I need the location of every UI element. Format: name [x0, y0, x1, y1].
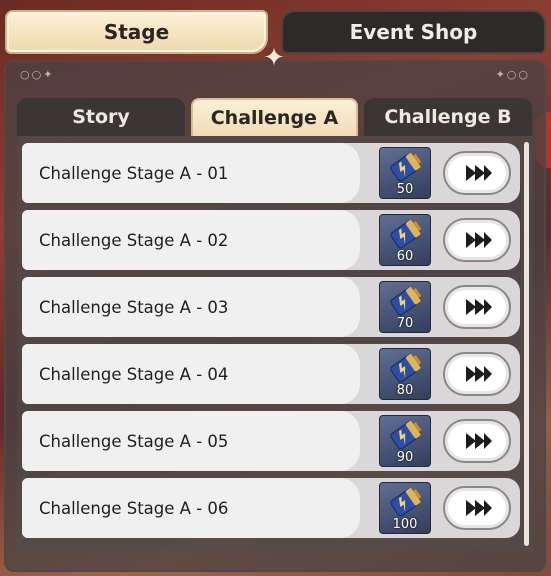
- list-item: Challenge Stage A - 04 80: [22, 344, 520, 404]
- fast-forward-icon: [466, 500, 492, 516]
- tab-stage[interactable]: Stage: [5, 10, 268, 54]
- cost-value: 90: [396, 450, 414, 465]
- list-item: Challenge Stage A - 06 100: [22, 478, 520, 538]
- fast-forward-icon: [466, 299, 492, 315]
- go-button[interactable]: [443, 419, 511, 463]
- stage-name-plate[interactable]: Challenge Stage A - 06: [22, 478, 360, 538]
- stamina-cost: 50: [379, 147, 431, 199]
- stage-name-plate[interactable]: Challenge Stage A - 02: [22, 210, 360, 270]
- stamina-cost: 80: [379, 348, 431, 400]
- cost-value: 60: [396, 249, 414, 264]
- battery-icon: [390, 220, 422, 249]
- stamina-cost: 100: [379, 482, 431, 534]
- cost-value: 100: [392, 517, 418, 532]
- stage-name-plate[interactable]: Challenge Stage A - 03: [22, 277, 360, 337]
- stage-name: Challenge Stage A - 03: [39, 297, 229, 317]
- stage-name-plate[interactable]: Challenge Stage A - 01: [22, 143, 360, 203]
- cost-value: 50: [396, 182, 414, 197]
- stage-name: Challenge Stage A - 01: [39, 163, 229, 183]
- stage-name: Challenge Stage A - 05: [39, 431, 229, 451]
- battery-icon: [390, 287, 422, 316]
- tab-challenge-b[interactable]: Challenge B: [364, 98, 532, 136]
- stage-name: Challenge Stage A - 06: [39, 498, 229, 518]
- list-item: Challenge Stage A - 05 90: [22, 411, 520, 471]
- fast-forward-icon: [466, 165, 492, 181]
- battery-icon: [390, 153, 422, 182]
- go-button[interactable]: [443, 285, 511, 329]
- tab-challenge-a[interactable]: Challenge A: [191, 98, 358, 136]
- list-item: Challenge Stage A - 01 50: [22, 143, 520, 203]
- stage-name-plate[interactable]: Challenge Stage A - 05: [22, 411, 360, 471]
- fast-forward-icon: [466, 366, 492, 382]
- tab-event-shop[interactable]: Event Shop: [281, 10, 546, 54]
- frame-ornament-icon: ○○✦: [20, 68, 55, 81]
- battery-icon: [390, 488, 422, 517]
- tab-story[interactable]: Story: [17, 98, 185, 136]
- sparkle-icon: ✦: [263, 43, 285, 73]
- frame-ornament-icon: ✦○○: [495, 68, 530, 81]
- go-button[interactable]: [443, 218, 511, 262]
- stage-name: Challenge Stage A - 04: [39, 364, 229, 384]
- scrollbar[interactable]: [524, 142, 529, 546]
- battery-icon: [390, 421, 422, 450]
- go-button[interactable]: [443, 486, 511, 530]
- fast-forward-icon: [466, 433, 492, 449]
- go-button[interactable]: [443, 352, 511, 396]
- list-item: Challenge Stage A - 03 70: [22, 277, 520, 337]
- stage-name-plate[interactable]: Challenge Stage A - 04: [22, 344, 360, 404]
- fast-forward-icon: [466, 232, 492, 248]
- stamina-cost: 90: [379, 415, 431, 467]
- cost-value: 80: [396, 383, 414, 398]
- stamina-cost: 70: [379, 281, 431, 333]
- cost-value: 70: [396, 316, 414, 331]
- go-button[interactable]: [443, 151, 511, 195]
- stage-name: Challenge Stage A - 02: [39, 230, 229, 250]
- list-item: Challenge Stage A - 02 60: [22, 210, 520, 270]
- battery-icon: [390, 354, 422, 383]
- stamina-cost: 60: [379, 214, 431, 266]
